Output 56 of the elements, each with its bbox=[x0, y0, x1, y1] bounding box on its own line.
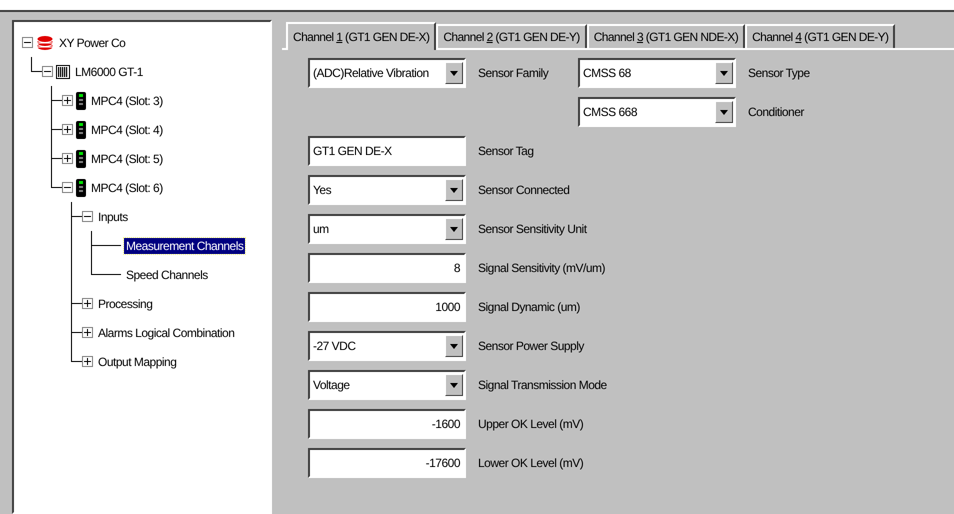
module-icon bbox=[76, 92, 86, 110]
field-label: Conditioner bbox=[748, 105, 804, 119]
input-field[interactable]: -1600 bbox=[308, 409, 466, 439]
tree-item[interactable]: LM6000 GT-1 bbox=[73, 64, 145, 80]
input-field[interactable]: 8 bbox=[308, 253, 466, 283]
tree-item[interactable]: MPC4 (Slot: 6) bbox=[89, 180, 165, 196]
tree-item[interactable]: Processing bbox=[96, 296, 154, 312]
tree-item[interactable]: Alarms Logical Combination bbox=[96, 324, 236, 340]
dropdown[interactable]: Voltage bbox=[308, 370, 466, 400]
dropdown[interactable]: CMSS 68 bbox=[578, 58, 736, 88]
channel-tab[interactable]: Channel 4 (GT1 GEN DE-Y) bbox=[745, 24, 896, 48]
field-label: Upper OK Level (mV) bbox=[478, 417, 584, 431]
expand-toggle[interactable] bbox=[82, 298, 93, 309]
module-icon bbox=[76, 120, 86, 138]
expand-toggle[interactable] bbox=[62, 95, 73, 106]
field-label: Signal Transmission Mode bbox=[478, 378, 607, 392]
tree-item[interactable]: MPC4 (Slot: 5) bbox=[89, 150, 165, 166]
collapse-toggle[interactable] bbox=[42, 66, 53, 77]
field-label: Sensor Type bbox=[748, 66, 810, 80]
dropdown[interactable]: (ADC)Relative Vibration bbox=[308, 58, 466, 88]
input-field[interactable]: 1000 bbox=[308, 292, 466, 322]
field-label: Sensor Sensitivity Unit bbox=[478, 222, 587, 236]
field-label: Signal Sensitivity (mV/um) bbox=[478, 261, 606, 275]
tree-item[interactable]: Output Mapping bbox=[96, 354, 178, 370]
database-icon bbox=[36, 34, 54, 50]
collapse-toggle[interactable] bbox=[62, 182, 73, 193]
tree-item[interactable]: Inputs bbox=[96, 208, 130, 224]
module-icon bbox=[76, 150, 86, 168]
field-label: Sensor Connected bbox=[478, 183, 570, 197]
dropdown[interactable]: CMSS 668 bbox=[578, 97, 736, 127]
module-icon bbox=[76, 178, 86, 196]
field-label: Sensor Power Supply bbox=[478, 339, 584, 353]
dropdown[interactable]: -27 VDC bbox=[308, 331, 466, 361]
collapse-toggle[interactable] bbox=[82, 211, 93, 222]
input-field[interactable]: GT1 GEN DE-X bbox=[308, 136, 466, 166]
expand-toggle[interactable] bbox=[62, 124, 73, 135]
expand-toggle[interactable] bbox=[62, 153, 73, 164]
field-label: Sensor Family bbox=[478, 66, 548, 80]
expand-toggle[interactable] bbox=[82, 327, 93, 338]
channel-tab[interactable]: Channel 2 (GT1 GEN DE-Y) bbox=[436, 24, 587, 48]
input-field[interactable]: -17600 bbox=[308, 448, 466, 478]
tree-item[interactable]: MPC4 (Slot: 3) bbox=[89, 92, 165, 108]
tree-item[interactable]: MPC4 (Slot: 4) bbox=[89, 122, 165, 138]
tree-item[interactable]: XY Power Co bbox=[57, 34, 128, 50]
tree-item[interactable]: Speed Channels bbox=[124, 266, 210, 282]
channel-tab[interactable]: Channel 3 (GT1 GEN NDE-X) bbox=[586, 24, 746, 48]
tree-item[interactable]: Measurement Channels bbox=[124, 238, 246, 254]
dropdown[interactable]: Yes bbox=[308, 175, 466, 205]
rack-icon bbox=[56, 64, 70, 78]
field-label: Sensor Tag bbox=[478, 144, 534, 158]
channel-tab[interactable]: Channel 1 (GT1 GEN DE-X) bbox=[286, 22, 436, 50]
dropdown[interactable]: um bbox=[308, 214, 466, 244]
field-label: Lower OK Level (mV) bbox=[478, 456, 584, 470]
expand-toggle[interactable] bbox=[82, 356, 93, 367]
field-label: Signal Dynamic (um) bbox=[478, 300, 580, 314]
collapse-toggle[interactable] bbox=[22, 37, 33, 48]
